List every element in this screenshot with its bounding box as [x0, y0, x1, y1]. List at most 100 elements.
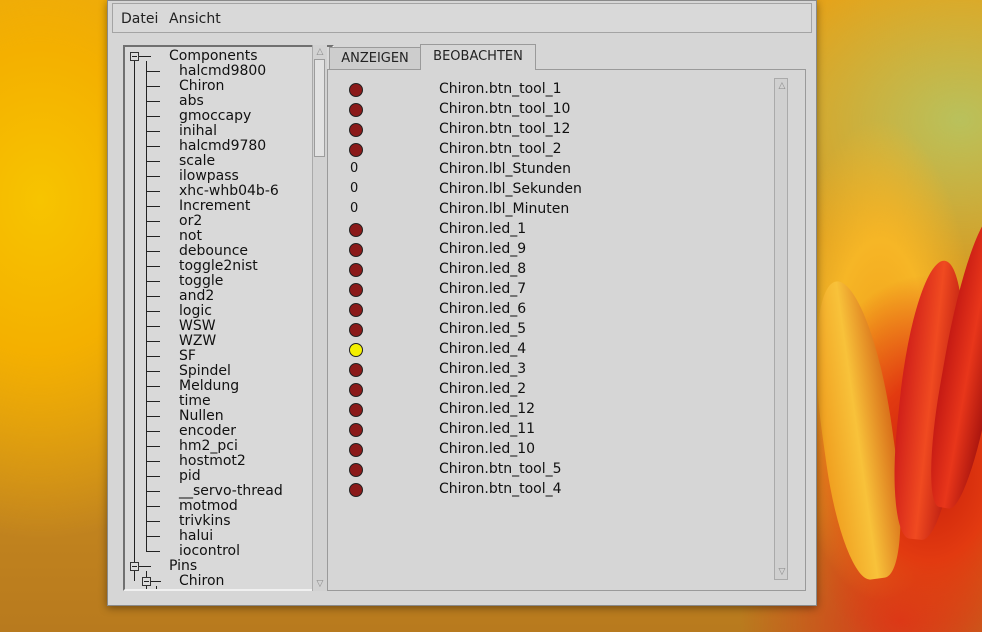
led-off-indicator [349, 303, 363, 317]
tree-item[interactable]: gmoccapy [179, 109, 251, 124]
watch-row: Chiron.led_12 [328, 399, 768, 419]
tree-scrollbar[interactable]: △ ▽ [312, 45, 327, 591]
watch-scrollbar[interactable]: △ ▽ [774, 78, 788, 580]
tree-item[interactable]: halui [179, 529, 213, 544]
tree-line [146, 116, 160, 117]
tree-line [146, 236, 160, 237]
led-off-indicator [349, 483, 363, 497]
tree-line [146, 386, 160, 387]
watch-signal-name: Chiron.lbl_Sekunden [439, 181, 582, 197]
tree-item[interactable]: toggle [179, 274, 223, 289]
tree-line [146, 101, 160, 102]
tree-item[interactable]: xhc-whb04b-6 [179, 184, 279, 199]
led-off-indicator [349, 463, 363, 477]
tree-expander-icon[interactable] [130, 52, 139, 61]
menu-ansicht[interactable]: Ansicht [169, 11, 221, 27]
tree-item[interactable]: ilowpass [179, 169, 239, 184]
scroll-thumb[interactable] [314, 59, 325, 157]
tree-item[interactable]: WZW [179, 334, 216, 349]
tree-item[interactable]: abs [179, 94, 204, 109]
halshow-window: Datei Ansicht Components halcmd9800 Chiron… [107, 0, 817, 606]
tree-item[interactable]: not [179, 229, 202, 244]
scroll-down-arrow-icon[interactable]: ▽ [314, 578, 326, 590]
tree-item[interactable]: toggle2nist [179, 259, 258, 274]
tree-line [146, 371, 160, 372]
tree-expander-icon[interactable] [142, 577, 151, 586]
component-tree[interactable]: Components halcmd9800 Chiron abs gmoccapy ini… [123, 45, 334, 591]
tree-line [146, 461, 160, 462]
tree-item[interactable]: or2 [179, 214, 202, 229]
tree-item[interactable]: and2 [179, 289, 214, 304]
tree-line [146, 476, 160, 477]
tree-line [146, 71, 160, 72]
tree-line [146, 281, 160, 282]
tree-item[interactable]: iocontrol [179, 544, 240, 559]
tree-root-components[interactable]: Components [169, 49, 258, 64]
tree-item[interactable]: Spindel [179, 364, 231, 379]
tree-line [146, 296, 160, 297]
watch-signal-name: Chiron.btn_tool_5 [439, 461, 562, 477]
led-off-indicator [349, 423, 363, 437]
tree-item[interactable]: motmod [179, 499, 238, 514]
watch-signal-name: Chiron.led_7 [439, 281, 527, 297]
tree-line [146, 446, 160, 447]
tree-item[interactable]: __servo-thread [179, 484, 283, 499]
tree-item[interactable]: hm2_pci [179, 439, 238, 454]
watch-row: Chiron.btn_tool_4 [328, 479, 768, 499]
tree-line [146, 221, 160, 222]
tree-line [146, 146, 160, 147]
watch-signal-name: Chiron.led_11 [439, 421, 536, 437]
tree-line [151, 581, 161, 582]
watch-signal-name: Chiron.led_12 [439, 401, 536, 417]
tree-line [146, 431, 160, 432]
watch-row: Chiron.btn_tool_1 [328, 79, 768, 99]
watch-signal-name: Chiron.led_4 [439, 341, 527, 357]
tree-line [146, 341, 160, 342]
watch-row: 0 Chiron.lbl_Minuten [328, 199, 768, 219]
tree-item[interactable]: logic [179, 304, 212, 319]
watch-row: Chiron.led_9 [328, 239, 768, 259]
led-off-indicator [349, 123, 363, 137]
tree-item[interactable]: Nullen [179, 409, 224, 424]
tree-item[interactable]: trivkins [179, 514, 231, 529]
tree-item[interactable]: Meldung [179, 379, 239, 394]
tree-item[interactable]: inihal [179, 124, 217, 139]
tree-item[interactable]: SF [179, 349, 196, 364]
tree-item[interactable]: encoder [179, 424, 236, 439]
tab-anzeigen[interactable]: ANZEIGEN [329, 47, 421, 69]
tree-item[interactable]: Increment [179, 199, 250, 214]
tree-line [146, 191, 160, 192]
tree-item[interactable]: halcmd9800 [179, 64, 266, 79]
watch-signal-name: Chiron.led_9 [439, 241, 527, 257]
watch-row: Chiron.led_1 [328, 219, 768, 239]
scroll-down-arrow-icon[interactable]: ▽ [776, 566, 788, 578]
watch-row: Chiron.led_7 [328, 279, 768, 299]
led-off-indicator [349, 283, 363, 297]
tree-item[interactable]: scale [179, 154, 215, 169]
tree-item[interactable]: time [179, 394, 211, 409]
tree-expander-icon[interactable] [130, 562, 139, 571]
tree-item[interactable]: hostmot2 [179, 454, 246, 469]
tree-line [146, 176, 160, 177]
tab-beobachten[interactable]: BEOBACHTEN [420, 44, 536, 70]
led-off-indicator [349, 223, 363, 237]
tree-line [139, 566, 151, 567]
tree-item[interactable]: Chiron [179, 574, 224, 589]
tree-item[interactable]: halcmd9780 [179, 139, 266, 154]
led-off-indicator [349, 143, 363, 157]
tree-item[interactable]: WSW [179, 319, 216, 334]
tree-item[interactable]: pid [179, 469, 201, 484]
tree-item[interactable]: debounce [179, 244, 248, 259]
tree-line [146, 401, 160, 402]
tree-line [146, 326, 160, 327]
menu-datei[interactable]: Datei [121, 11, 158, 27]
scroll-up-arrow-icon[interactable]: △ [314, 46, 326, 58]
led-off-indicator [349, 243, 363, 257]
tree-line [146, 131, 160, 132]
tree-item[interactable]: Chiron [179, 79, 224, 94]
tree-root-pins[interactable]: Pins [169, 559, 197, 574]
scroll-up-arrow-icon[interactable]: △ [776, 80, 788, 92]
led-off-indicator [349, 383, 363, 397]
menubar: Datei Ansicht [112, 3, 812, 33]
watch-signal-name: Chiron.btn_tool_10 [439, 101, 571, 117]
